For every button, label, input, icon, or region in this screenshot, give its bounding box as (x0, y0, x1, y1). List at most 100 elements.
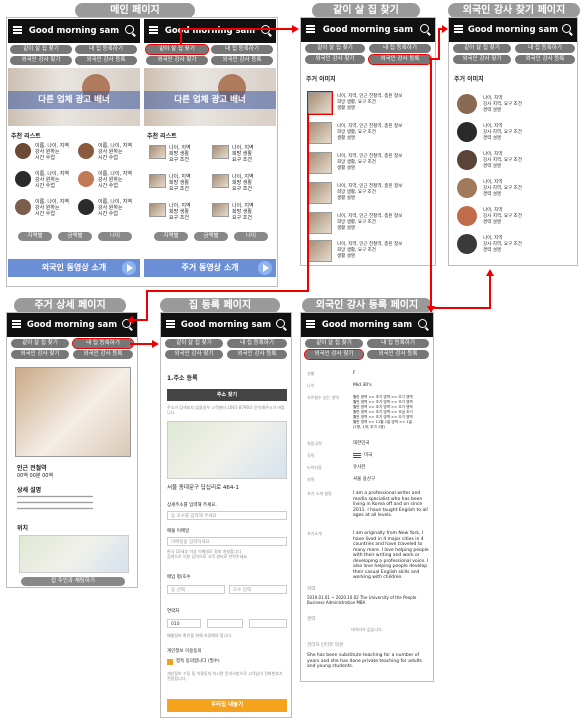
teacher-info: 나이, 지역 강사 지역, 요구 조건 경력 설명 (483, 124, 522, 141)
chat-owner-button[interactable]: 집 주인과 채팅하기 (21, 577, 125, 586)
location-map[interactable] (19, 535, 129, 573)
teacher-avatar[interactable] (457, 206, 477, 226)
detail-address-input[interactable]: 동 호수를 입력해 주세요 (167, 511, 287, 520)
privacy-label: 개인정보 이용동의 (167, 649, 202, 654)
nav-find-house[interactable]: 같이 살 집 찾기 (144, 43, 210, 56)
flow-arrow (146, 290, 309, 292)
avatar[interactable] (78, 143, 94, 159)
nav-find-teacher[interactable]: 외국인 강사 찾기 (453, 55, 511, 64)
avatar[interactable] (78, 199, 94, 215)
nav-register-house[interactable]: 내 집 등록하기 (367, 339, 429, 348)
avatar[interactable] (15, 143, 31, 159)
phone-note: 매물정보 확인을 위해 저장해야 합니다. (167, 633, 233, 638)
nav-find-house[interactable]: 같이 살 집 찾기 (10, 45, 72, 54)
nav-register-teacher[interactable]: 외국인 강사 등록 (515, 55, 575, 64)
filter-region[interactable]: 지역별 (18, 232, 52, 241)
room-thumb[interactable] (212, 174, 229, 188)
filter-region[interactable]: 지역별 (154, 232, 188, 241)
area-select[interactable]: 동 선택 (167, 585, 225, 594)
menu-icon[interactable] (306, 320, 315, 328)
section-address: 1.주소 등록 (167, 375, 198, 382)
nav-register-teacher[interactable]: 외국인 강사 등록 (211, 56, 273, 65)
nav-register-house[interactable]: 내 집 등록하기 (369, 44, 431, 53)
nav-register-house[interactable]: 내 집 등록하기 (211, 45, 273, 54)
avatar[interactable] (15, 171, 31, 187)
nav-find-teacher[interactable]: 외국인 강사 찾기 (146, 56, 208, 65)
nav-find-teacher[interactable]: 외국인 강사 찾기 (165, 350, 223, 359)
nav-find-house[interactable]: 같이 살 집 찾기 (305, 44, 365, 53)
avatar[interactable] (15, 199, 31, 215)
nav-find-house[interactable]: 같이 살 집 찾기 (305, 339, 363, 348)
row-value: 미국 (364, 453, 373, 458)
search-icon[interactable] (420, 24, 429, 33)
room-thumb[interactable] (149, 174, 166, 188)
email-note: 한국 10세부 이상 이메일로 정보 개설합니다. 검색으로 이용 입력으로 고… (167, 549, 249, 559)
room-thumb[interactable] (212, 203, 229, 217)
video-house-button[interactable]: 주거 동영상 소개 (144, 259, 276, 277)
filter-age[interactable]: 나이 (234, 232, 268, 241)
teacher-avatar[interactable] (457, 178, 477, 198)
nav-register-teacher[interactable]: 외국인 강사 등록 (367, 53, 433, 66)
house-thumb[interactable] (307, 91, 333, 115)
search-icon[interactable] (276, 319, 285, 328)
nav-register-house[interactable]: 내 집 등록하기 (227, 339, 287, 348)
teacher-avatar[interactable] (457, 150, 477, 170)
arrow-head (442, 25, 448, 33)
menu-icon[interactable] (149, 26, 158, 34)
menu-icon[interactable] (166, 320, 175, 328)
house-info: 나이, 지역, 인근 전철역, 층된 정보 희망 생활, 요구 조건 생활 설명 (337, 154, 403, 171)
nav-register-teacher[interactable]: 외국인 강사 등록 (227, 350, 287, 359)
search-icon[interactable] (125, 25, 134, 34)
nav-find-teacher[interactable]: 외국인 강사 찾기 (303, 348, 365, 361)
filter-age[interactable]: 나이 (98, 232, 132, 241)
flow-arrow (432, 307, 490, 309)
filter-price[interactable]: 금액별 (58, 232, 92, 241)
room-thumb[interactable] (149, 145, 166, 159)
ad-banner[interactable]: 다른 업체 광고 배너 (144, 68, 276, 126)
email-input[interactable]: 이메일을 입력하세요 (167, 537, 287, 546)
teacher-avatar[interactable] (457, 234, 477, 254)
privacy-checkbox[interactable] (167, 659, 173, 665)
teacher-avatar[interactable] (457, 94, 477, 114)
house-thumb[interactable] (308, 122, 332, 144)
house-thumb[interactable] (308, 240, 332, 262)
nav-find-house[interactable]: 같이 살 집 찾기 (453, 44, 511, 53)
room-thumb[interactable] (149, 203, 166, 217)
nav-find-teacher[interactable]: 외국인 강사 찾기 (305, 55, 365, 64)
nav-register-teacher[interactable]: 외국인 강사 등록 (367, 350, 429, 359)
menu-icon[interactable] (12, 320, 21, 328)
avatar[interactable] (78, 171, 94, 187)
menu-icon[interactable] (306, 25, 315, 33)
house-thumb[interactable] (308, 182, 332, 204)
nav-find-teacher[interactable]: 외국인 강사 찾기 (11, 350, 69, 359)
area-input[interactable]: 호수 입력 (229, 585, 287, 594)
search-icon[interactable] (418, 319, 427, 328)
nav-find-teacher[interactable]: 외국인 강사 찾기 (10, 56, 72, 65)
menu-icon[interactable] (13, 26, 22, 34)
house-thumb[interactable] (308, 152, 332, 174)
submit-button[interactable]: 우리집 내놓기 (167, 699, 287, 712)
room-info: 나이, 지역 희망 생활 요구 조건 (232, 203, 254, 221)
nav-register-house[interactable]: 내 집 등록하기 (515, 44, 575, 53)
desc-text: ************************************** *… (17, 495, 93, 512)
nav-register-house[interactable]: 내 집 등록하기 (75, 45, 137, 54)
address-search-button[interactable]: 주소 찾기 (167, 389, 287, 401)
video-foreign-button[interactable]: 외국인 동영상 소개 (8, 259, 140, 277)
nav-register-teacher[interactable]: 외국인 강사 등록 (75, 56, 137, 65)
phone-last-input[interactable] (249, 619, 287, 628)
nav-register-teacher[interactable]: 외국인 강사 등록 (73, 350, 133, 359)
nav-find-house[interactable]: 같이 살 집 찾기 (165, 339, 223, 348)
nav-find-house[interactable]: 같이 살 집 찾기 (11, 339, 69, 348)
search-icon[interactable] (562, 24, 571, 33)
ad-banner[interactable]: 다른 업체 광고 배너 (8, 68, 140, 126)
address-map[interactable] (167, 421, 287, 479)
phone-prefix-select[interactable]: 010 (167, 619, 201, 628)
menu-icon[interactable] (454, 25, 463, 33)
area-label: 매입 평/호수 (167, 575, 191, 580)
teacher-avatar[interactable] (457, 122, 477, 142)
phone-mid-input[interactable] (207, 619, 243, 628)
filter-price[interactable]: 금액별 (194, 232, 228, 241)
house-thumb[interactable] (308, 212, 332, 234)
nav-register-house[interactable]: 내 집 등록하기 (71, 337, 135, 350)
room-thumb[interactable] (212, 145, 229, 159)
